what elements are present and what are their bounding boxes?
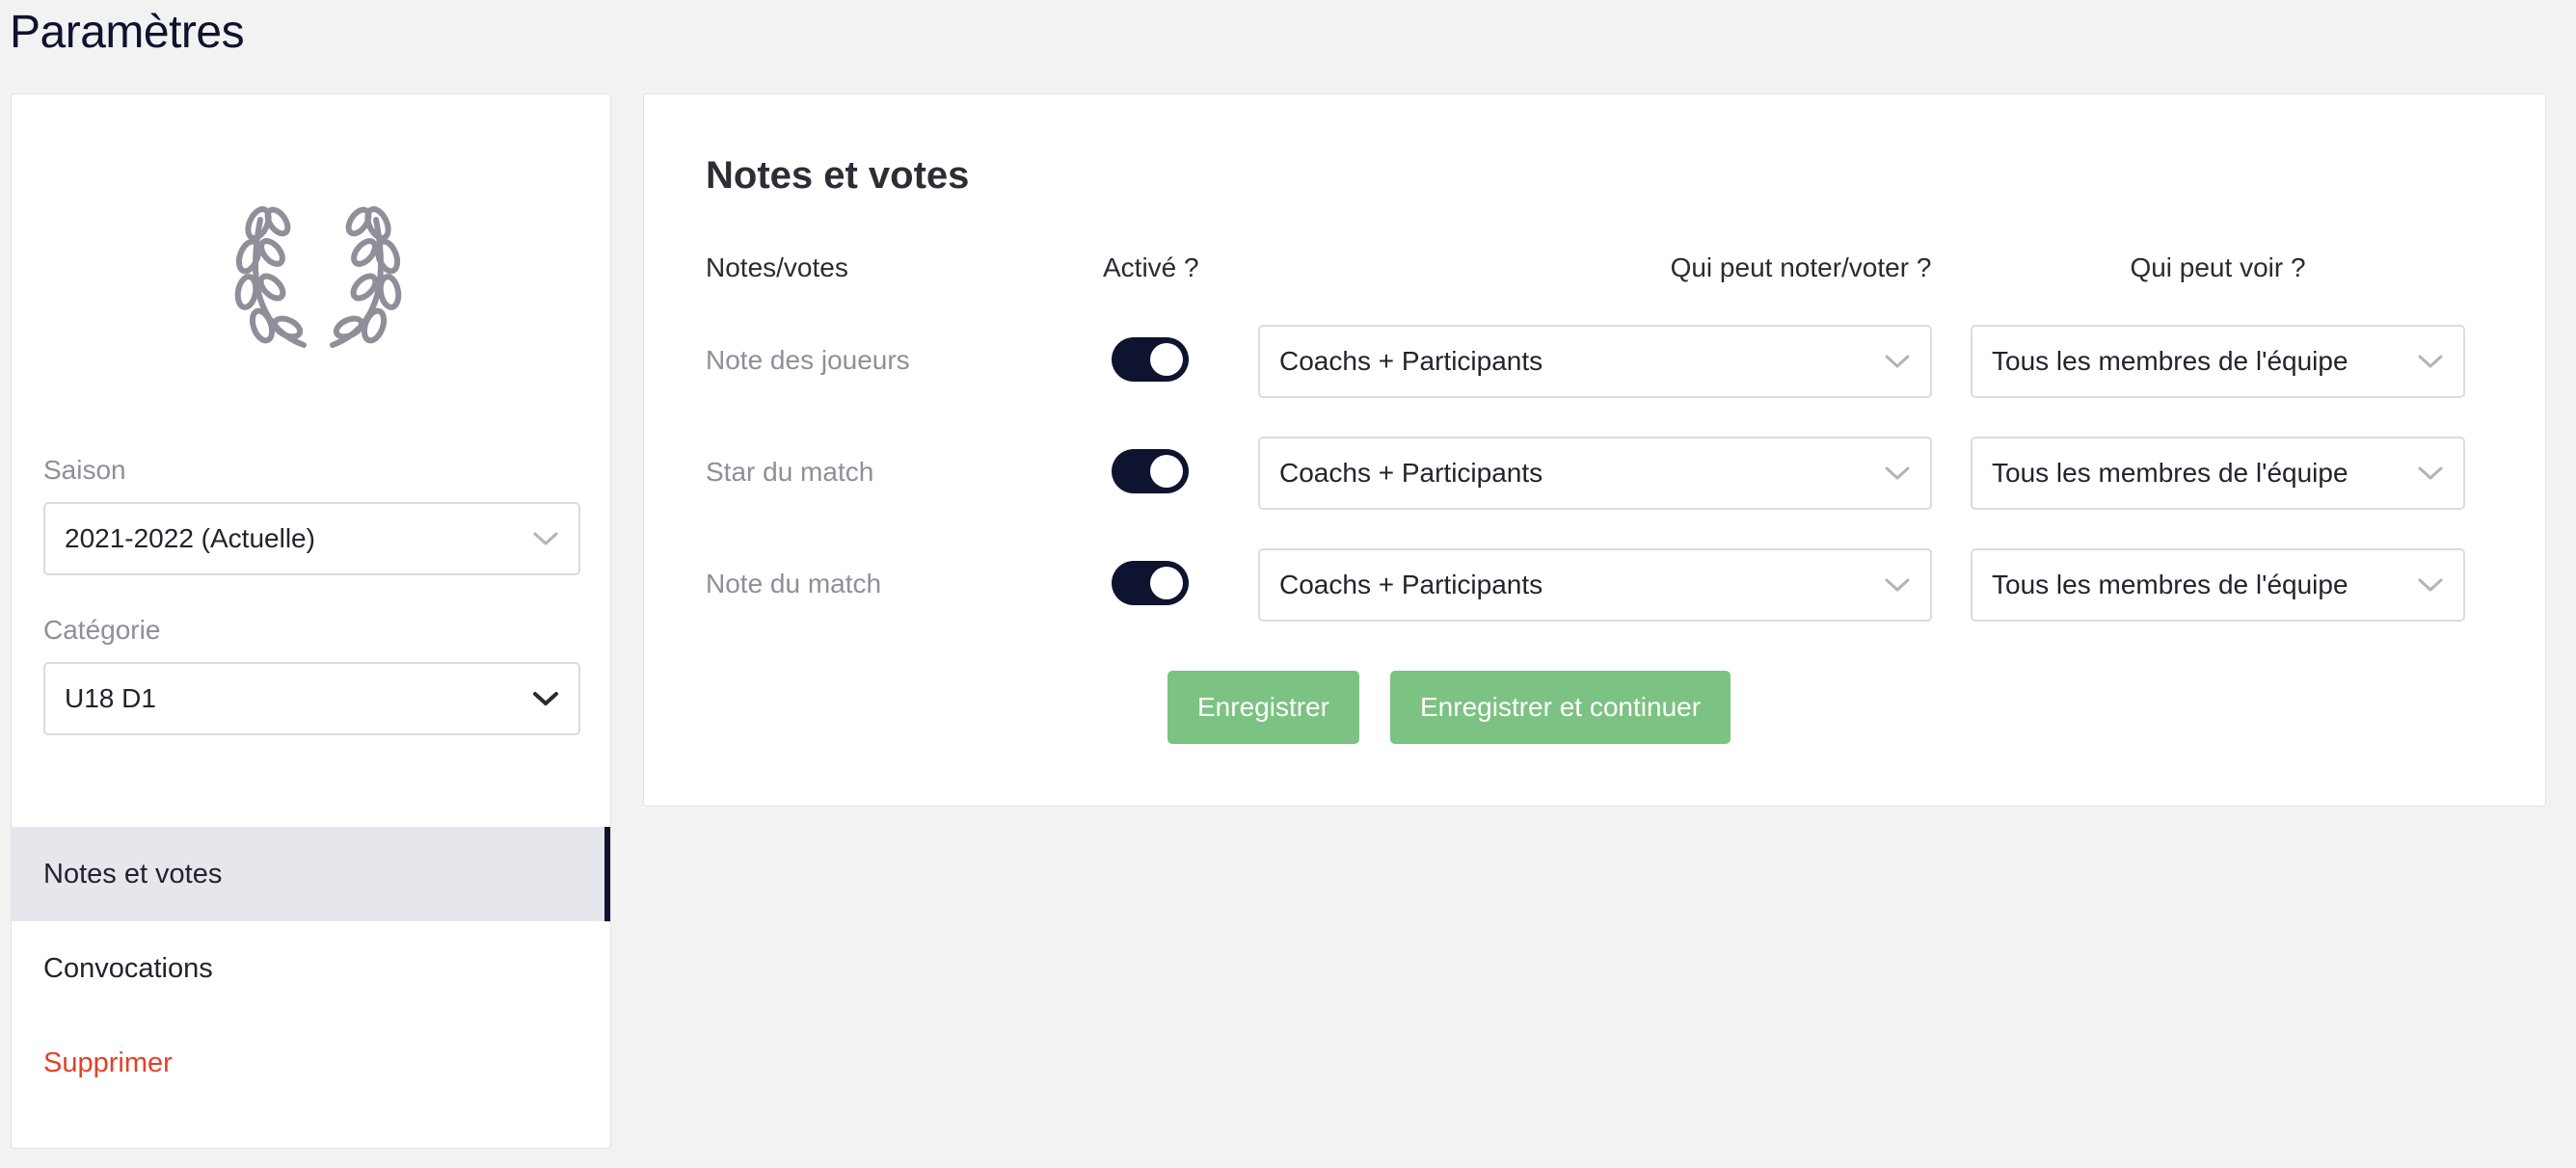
column-header-enabled: Activé ? [1103, 252, 1199, 282]
toggle-star-du-match[interactable] [1112, 449, 1189, 493]
row-label-note-du-match: Note du match [706, 569, 882, 598]
section-title: Notes et votes [706, 154, 970, 197]
column-header-who-sees: Qui peut voir ? [2130, 252, 2306, 282]
column-header-type: Notes/votes [706, 252, 848, 282]
season-value: 2021-2022 (Actuelle) [65, 523, 315, 553]
who-votes-value: Coachs + Participants [1279, 458, 1543, 488]
sidebar-item-convocations[interactable]: Convocations [12, 921, 610, 1016]
toggle-knob [1150, 343, 1183, 376]
who-votes-value: Coachs + Participants [1279, 570, 1543, 599]
who-votes-select-star-du-match[interactable]: Coachs + Participants [1258, 437, 1932, 510]
chevron-down-icon [2418, 355, 2443, 368]
toggle-note-du-match[interactable] [1112, 561, 1189, 605]
who-votes-value: Coachs + Participants [1279, 346, 1543, 376]
toggle-knob [1150, 455, 1183, 488]
laurel-wreath-icon [234, 206, 402, 348]
season-label: Saison [43, 455, 126, 485]
season-select[interactable]: 2021-2022 (Actuelle) [43, 502, 580, 575]
page-title: Paramètres [10, 7, 245, 58]
who-sees-value: Tous les membres de l'équipe [1992, 458, 2348, 488]
who-sees-value: Tous les membres de l'équipe [1992, 570, 2348, 599]
chevron-down-icon [2418, 466, 2443, 480]
chevron-down-icon [533, 692, 558, 705]
sidebar-item-supprimer[interactable]: Supprimer [12, 1016, 610, 1110]
row-label-star-du-match: Star du match [706, 457, 874, 487]
category-value: U18 D1 [65, 683, 156, 713]
chevron-down-icon [1885, 578, 1910, 592]
chevron-down-icon [2418, 578, 2443, 592]
who-votes-select-note-du-match[interactable]: Coachs + Participants [1258, 548, 1932, 622]
who-sees-select-note-du-match[interactable]: Tous les membres de l'équipe [1971, 548, 2465, 622]
sidebar-item-notes-et-votes[interactable]: Notes et votes [12, 827, 610, 921]
chevron-down-icon [1885, 466, 1910, 480]
who-votes-select-note-des-joueurs[interactable]: Coachs + Participants [1258, 325, 1932, 398]
who-sees-select-star-du-match[interactable]: Tous les membres de l'équipe [1971, 437, 2465, 510]
toggle-knob [1150, 567, 1183, 599]
chevron-down-icon [1885, 355, 1910, 368]
who-sees-select-note-des-joueurs[interactable]: Tous les membres de l'équipe [1971, 325, 2465, 398]
chevron-down-icon [533, 532, 558, 545]
sidebar: Saison 2021-2022 (Actuelle) Catégorie U1… [11, 93, 611, 1149]
save-button[interactable]: Enregistrer [1167, 671, 1359, 744]
category-select[interactable]: U18 D1 [43, 662, 580, 735]
save-and-continue-button[interactable]: Enregistrer et continuer [1390, 671, 1731, 744]
who-sees-value: Tous les membres de l'équipe [1992, 346, 2348, 376]
toggle-note-des-joueurs[interactable] [1112, 337, 1189, 382]
category-label: Catégorie [43, 615, 161, 645]
settings-card: Notes et votes Notes/votes Activé ? Qui … [643, 93, 2546, 807]
row-label-note-des-joueurs: Note des joueurs [706, 345, 910, 375]
